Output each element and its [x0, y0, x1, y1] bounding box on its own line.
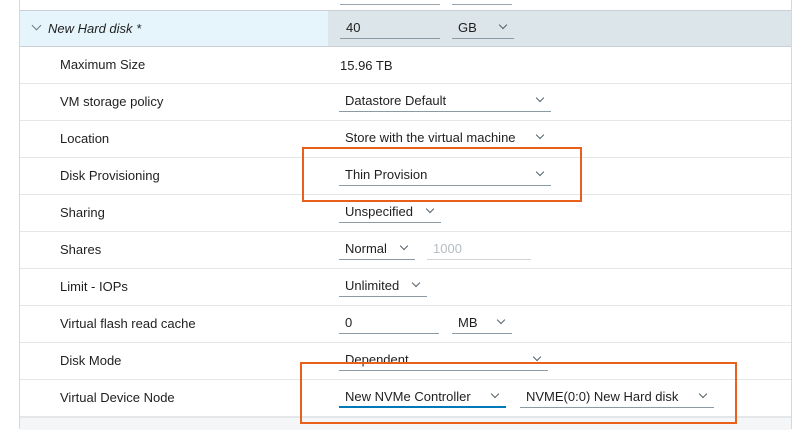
sharing-label: Sharing	[60, 205, 105, 220]
virtual-flash-read-cache-label: Virtual flash read cache	[60, 316, 196, 331]
flash-cache-unit-select[interactable]: MB	[452, 312, 512, 334]
limit-iops-select[interactable]: Unlimited	[339, 275, 427, 297]
disk-provisioning-label: Disk Provisioning	[60, 168, 160, 183]
disk-size-unit-select[interactable]: GB	[452, 17, 514, 39]
row-limit-iops: Limit - IOPs Unlimited	[20, 269, 791, 306]
virtual-device-node-label: Virtual Device Node	[60, 390, 175, 405]
row-maximum-size: Maximum Size 15.96 TB	[20, 47, 791, 84]
hard-disk-title: New Hard disk *	[48, 21, 142, 36]
location-select[interactable]: Store with the virtual machine	[339, 127, 551, 149]
sharing-select[interactable]: Unspecified	[339, 201, 441, 223]
device-node-highlight-box	[300, 362, 737, 424]
disk-provisioning-highlight-box	[302, 147, 582, 202]
row-shares: Shares Normal 1000	[20, 232, 791, 269]
previous-row-remnant	[20, 0, 791, 11]
hard-disk-header-row[interactable]: New Hard disk * 40 GB	[20, 11, 791, 47]
vm-storage-policy-select[interactable]: Datastore Default	[339, 90, 551, 112]
shares-select[interactable]: Normal	[339, 238, 415, 260]
disk-size-input[interactable]: 40	[340, 17, 440, 39]
disk-mode-label: Disk Mode	[60, 353, 122, 368]
maximum-size-label: Maximum Size	[60, 57, 146, 72]
location-label: Location	[60, 131, 110, 146]
chevron-down-icon	[411, 278, 421, 288]
chevron-down-icon	[496, 315, 506, 325]
chevron-down-icon	[425, 204, 435, 214]
chevron-down-icon	[532, 352, 542, 362]
shares-label: Shares	[60, 242, 102, 257]
chevron-down-icon[interactable]	[31, 20, 42, 31]
hard-disk-header-label-cell[interactable]: New Hard disk *	[20, 11, 328, 46]
maximum-size-value: 15.96 TB	[340, 58, 393, 73]
chevron-down-icon	[535, 130, 545, 140]
limit-iops-label: Limit - IOPs	[60, 279, 128, 294]
chevron-down-icon	[399, 241, 409, 251]
shares-value-input: 1000	[427, 238, 531, 260]
vm-storage-policy-label: VM storage policy	[60, 94, 164, 109]
row-virtual-flash-read-cache: Virtual flash read cache 0 MB	[20, 306, 791, 343]
flash-cache-input[interactable]: 0	[339, 312, 439, 334]
chevron-down-icon	[535, 93, 545, 103]
chevron-down-icon	[498, 20, 508, 30]
row-vm-storage-policy: VM storage policy Datastore Default	[20, 84, 791, 121]
